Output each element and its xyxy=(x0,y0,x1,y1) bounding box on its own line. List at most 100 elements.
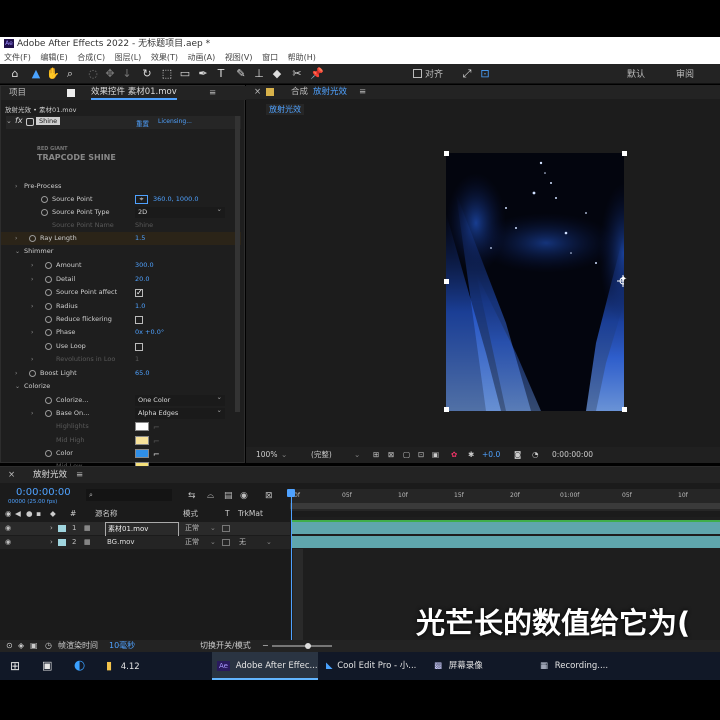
transform-handle[interactable] xyxy=(444,151,449,156)
resolution-dropdown-icon[interactable]: ⌄ xyxy=(354,447,360,463)
graph-editor-icon[interactable]: ⊠ xyxy=(265,491,273,501)
color-channel-icon[interactable]: ✿ xyxy=(451,447,457,463)
effect-property-row[interactable]: Reduce flickering xyxy=(1,313,241,326)
menu-view[interactable]: 视图(V) xyxy=(225,53,253,62)
layer-number-icon[interactable]: # xyxy=(70,508,76,520)
frame-blending-icon[interactable]: ▤ xyxy=(224,491,233,501)
effect-name[interactable]: Shine xyxy=(36,117,61,125)
expand-caret-icon[interactable]: ⌄ xyxy=(15,245,20,258)
stopwatch-icon[interactable] xyxy=(45,316,52,323)
effect-property-row[interactable]: Use Loop xyxy=(1,340,241,353)
layer-duration-bar[interactable] xyxy=(292,536,720,548)
property-value[interactable]: 360.0, 1000.0 xyxy=(153,193,198,206)
tab-timeline-comp[interactable]: 放射光效 xyxy=(33,467,67,483)
effect-property-row[interactable]: › Boost Light 65.0 xyxy=(1,367,241,380)
motion-blur-icon[interactable]: ◉ xyxy=(240,491,248,501)
comp-close-icon[interactable]: × xyxy=(254,85,261,99)
property-checkbox[interactable] xyxy=(135,343,143,351)
property-value[interactable]: 1.5 xyxy=(135,232,145,245)
taskbar-folder[interactable]: ▮ 4.12 xyxy=(106,652,166,680)
transform-handle[interactable] xyxy=(444,407,449,412)
visibility-icon[interactable]: ◉ xyxy=(5,522,11,535)
layer-switches-icon[interactable]: ◈ xyxy=(18,640,24,652)
stopwatch-icon[interactable] xyxy=(45,397,52,404)
effect-property-row[interactable]: Source Point affect xyxy=(1,286,241,299)
menu-animation[interactable]: 动画(A) xyxy=(188,53,216,62)
rotate-icon[interactable]: ↻ xyxy=(140,67,154,81)
layer-duration-bar[interactable] xyxy=(292,522,720,534)
taskbar-recording[interactable]: ▦ Recording.... xyxy=(540,652,630,680)
mode-dropdown-icon[interactable]: ⌄ xyxy=(210,536,216,549)
layer-row[interactable]: ◉ › 2 ▦ BG.mov 正常 ⌄ 无 ⌄ xyxy=(0,536,290,549)
snap-target-icon[interactable]: ⊡ xyxy=(478,67,492,81)
menu-file[interactable]: 文件(F) xyxy=(4,53,31,62)
shy-icon[interactable]: ⌓ xyxy=(207,491,214,501)
edge-browser-icon[interactable]: ◐ xyxy=(74,652,92,680)
property-value[interactable]: Shine xyxy=(135,219,153,232)
toggle-switches-modes[interactable]: 切换开关/模式 xyxy=(200,640,251,652)
menu-edit[interactable]: 编辑(E) xyxy=(40,53,67,62)
lock-icon[interactable]: ▪ xyxy=(36,508,41,520)
time-ruler[interactable]: 0f 05f 10f 15f 20f 01:00f 05f 10f xyxy=(290,489,720,511)
layer-name[interactable]: 素材01.mov xyxy=(105,522,179,537)
effect-property-row[interactable]: Highlights ⌐ xyxy=(1,420,241,433)
effect-property-row[interactable]: Color ⌐ xyxy=(1,447,241,460)
effect-caret-icon[interactable]: ⌄ xyxy=(6,117,12,125)
stopwatch-icon[interactable] xyxy=(45,343,52,350)
expand-caret-icon[interactable]: › xyxy=(15,232,17,245)
stopwatch-icon[interactable] xyxy=(45,289,52,296)
effect-property-row[interactable]: › Revolutions in Loo 1 xyxy=(1,353,241,366)
unified-camera-icon[interactable]: ⬚ xyxy=(160,67,174,81)
tab-project[interactable]: 项目 xyxy=(9,86,26,100)
expand-caret-icon[interactable]: › xyxy=(31,273,33,286)
preserve-transparency-checkbox[interactable] xyxy=(222,525,230,532)
expand-caret-icon[interactable]: › xyxy=(31,353,33,366)
stopwatch-icon[interactable] xyxy=(45,276,52,283)
layer-mode[interactable]: 正常 xyxy=(185,522,199,535)
effect-property-row[interactable]: Source Point Type 2D xyxy=(1,204,241,219)
effect-scrollbar[interactable] xyxy=(235,116,240,412)
expand-caret-icon[interactable]: ⌄ xyxy=(15,380,20,393)
anchor-point-icon[interactable]: ✦ xyxy=(619,275,629,285)
property-value[interactable]: 65.0 xyxy=(135,367,149,380)
effect-property-row[interactable]: ⌄ Colorize xyxy=(1,380,241,393)
selection-icon[interactable]: ▲ xyxy=(29,67,43,81)
effect-property-row[interactable]: › Detail 20.0 xyxy=(1,273,241,286)
label-icon[interactable]: ◆ xyxy=(50,508,56,520)
resolution-select[interactable]: (完整) xyxy=(311,447,332,463)
dolly-icon[interactable]: ↓ xyxy=(120,67,134,81)
roto-brush-icon[interactable]: ✂ xyxy=(290,67,304,81)
zoom-select[interactable]: 100% xyxy=(256,447,277,463)
composition-viewer[interactable] xyxy=(446,153,624,411)
stopwatch-icon[interactable] xyxy=(45,262,52,269)
brush-icon[interactable]: ✎ xyxy=(234,67,248,81)
expand-caret-icon[interactable]: › xyxy=(50,522,53,535)
timeline-timecode[interactable]: 0:00:00:00 xyxy=(16,487,71,498)
workspace-review[interactable]: 审阅 xyxy=(676,67,694,80)
effect-property-row[interactable]: Source Point Name Shine xyxy=(1,219,241,232)
audio-icon[interactable]: ◀ xyxy=(15,508,21,520)
menu-layer[interactable]: 图层(L) xyxy=(115,53,142,62)
puppet-pin-icon[interactable]: 📌 xyxy=(310,67,324,81)
visibility-icon[interactable]: ◉ xyxy=(5,536,11,549)
stopwatch-icon[interactable] xyxy=(41,196,48,203)
expand-caret-icon[interactable]: › xyxy=(50,536,53,549)
trkmat-dropdown-icon[interactable]: ⌄ xyxy=(266,536,272,549)
fx-icon[interactable]: fx xyxy=(15,116,23,125)
snap-checkbox[interactable] xyxy=(413,69,422,78)
lock-icon[interactable] xyxy=(67,89,75,97)
label-color-swatch[interactable] xyxy=(58,539,66,546)
reset-link[interactable]: 重置 xyxy=(136,118,149,128)
expand-caret-icon[interactable]: › xyxy=(31,259,33,272)
pen-icon[interactable]: ✒ xyxy=(196,67,210,81)
playhead[interactable] xyxy=(291,489,292,641)
transform-handle[interactable] xyxy=(622,407,627,412)
property-dropdown[interactable]: One Color xyxy=(135,392,225,406)
layer-name[interactable]: BG.mov xyxy=(107,536,135,549)
color-swatch[interactable] xyxy=(135,449,149,458)
eraser-icon[interactable]: ◆ xyxy=(270,67,284,81)
property-value[interactable]: 0x +0.0° xyxy=(135,326,164,339)
color-swatch[interactable] xyxy=(135,422,149,431)
comp-mini-flowchart-icon[interactable]: ⇆ xyxy=(188,491,196,501)
timeline-search-input[interactable]: ⌕ xyxy=(86,489,172,501)
